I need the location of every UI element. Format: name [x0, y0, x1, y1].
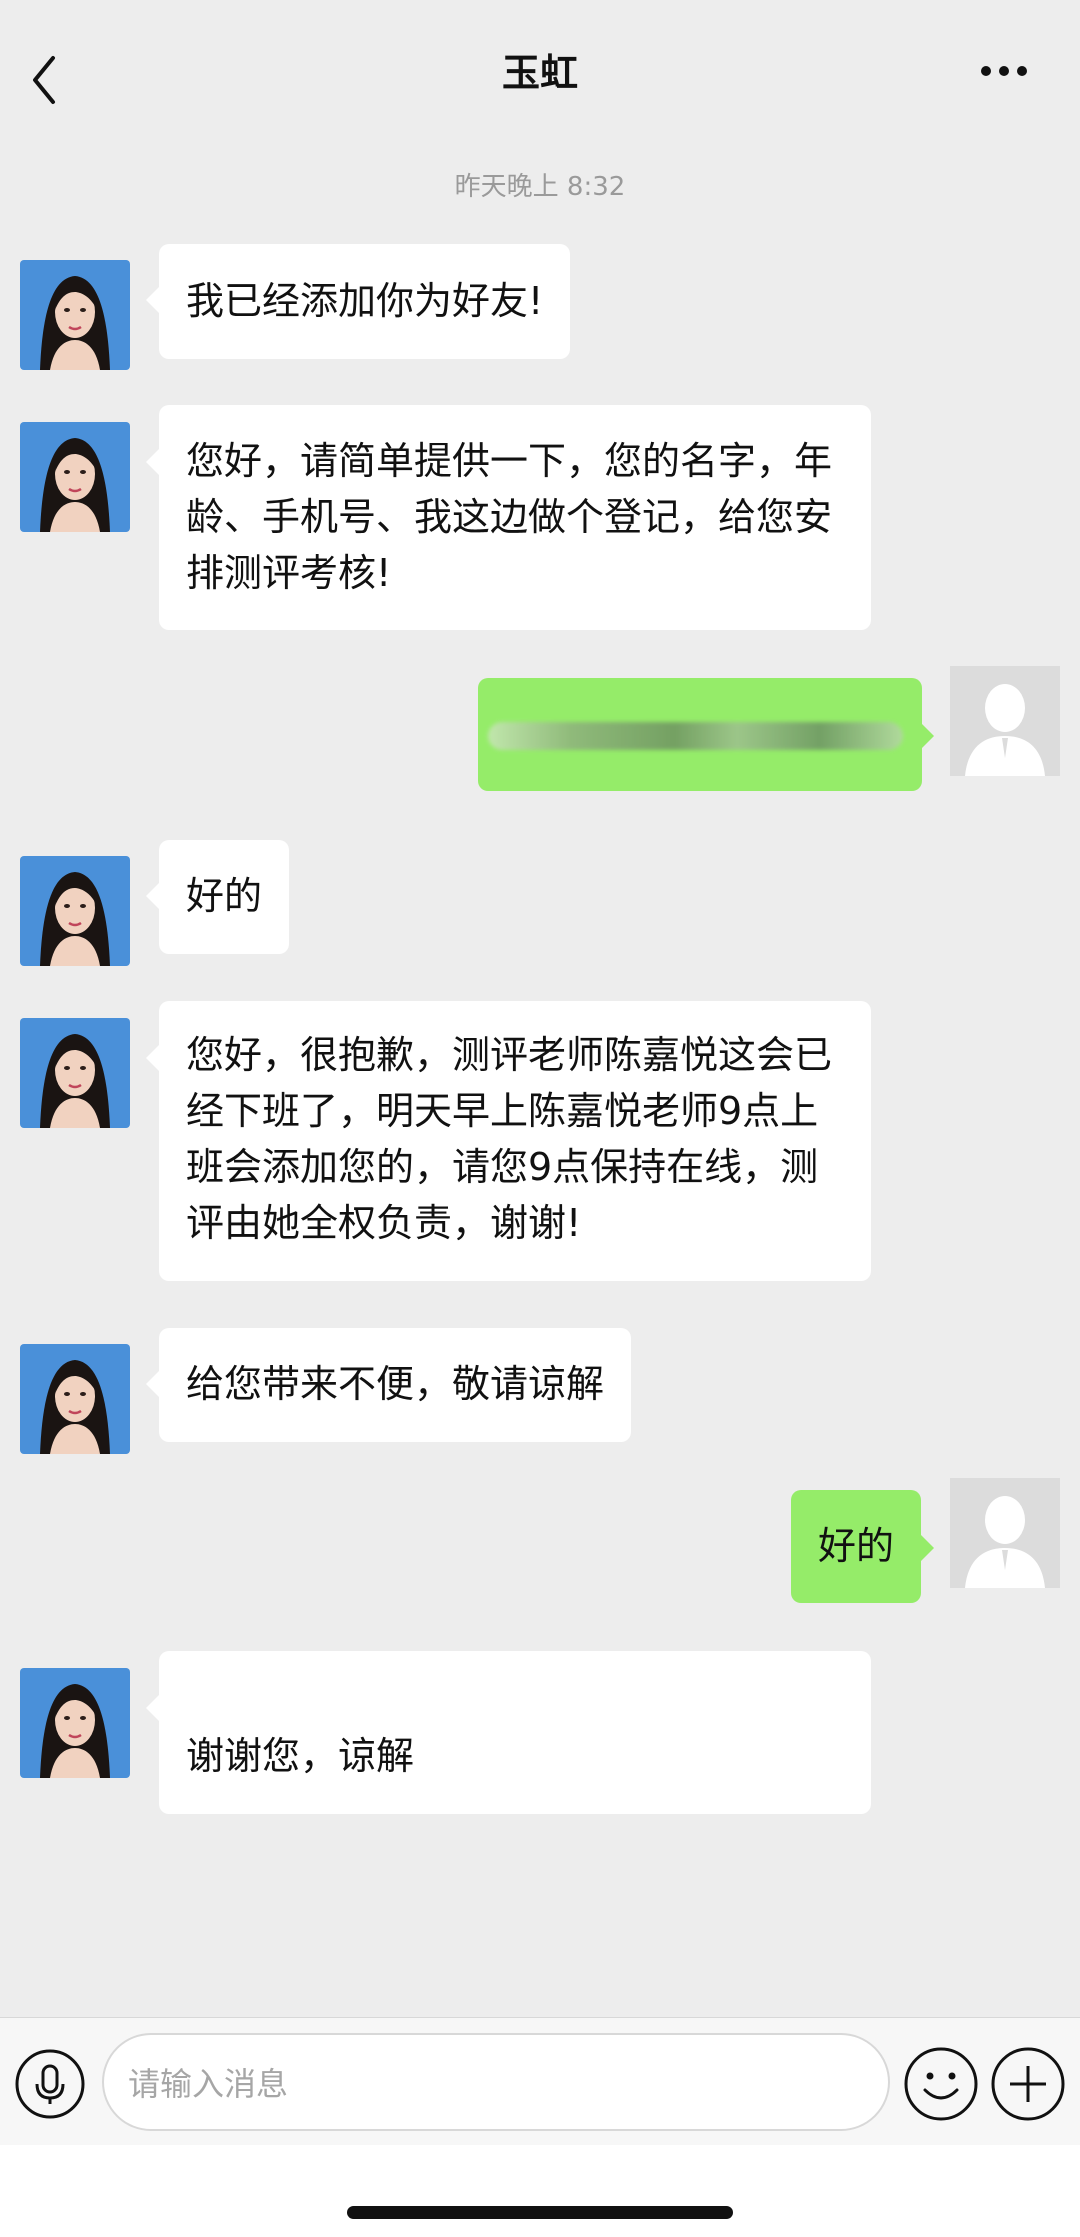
message-row: 您好，请简单提供一下，您的名字，年 龄、手机号、我这边做个登记，给您安 排测评考… [0, 405, 1080, 635]
message-bubble[interactable]: 谢谢您，谅解 [159, 1651, 871, 1814]
message-bubble[interactable]: 您好，请简单提供一下，您的名字，年 龄、手机号、我这边做个登记，给您安 排测评考… [159, 405, 871, 630]
emoji-smile-icon [904, 2047, 978, 2121]
my-message-bubble-redacted[interactable] [478, 678, 922, 791]
contact-avatar[interactable] [20, 1018, 130, 1128]
contact-avatar[interactable] [20, 856, 130, 966]
message-bubble[interactable]: 我已经添加你为好友! [159, 244, 571, 359]
message-timestamp: 昨天晚上 8:32 [454, 172, 626, 202]
message-row [0, 666, 1080, 796]
input-placeholder: 请输入消息 [128, 2065, 289, 2103]
message-input[interactable]: 请输入消息 [102, 2033, 890, 2131]
emoji-button[interactable] [903, 2046, 979, 2122]
default-user-icon [950, 1478, 1060, 1588]
chat-header: 玉虹 [0, 0, 1080, 150]
contact-avatar[interactable] [20, 422, 130, 532]
home-indicator[interactable] [347, 2206, 733, 2219]
plus-button[interactable] [990, 2046, 1066, 2122]
contact-avatar[interactable] [20, 1668, 130, 1778]
message-input-bar: 请输入消息 [0, 2017, 1080, 2146]
message-bubble[interactable]: 您好，很抱歉，测评老师陈嘉悦这会已 经下班了，明天早上陈嘉悦老师9点上 班会添加… [159, 1001, 871, 1281]
message-row: 我已经添加你为好友! [0, 243, 1080, 370]
message-bubble[interactable]: 给您带来不便，敬请谅解 [159, 1328, 632, 1442]
default-user-icon [950, 666, 1060, 776]
contact-avatar[interactable] [20, 260, 130, 370]
message-row: 好的 [0, 839, 1080, 966]
my-avatar[interactable] [950, 1478, 1060, 1588]
home-indicator-area [0, 2145, 1080, 2237]
contact-avatar[interactable] [20, 1344, 130, 1454]
voice-button[interactable] [14, 2048, 86, 2120]
message-row: 谢谢您，谅解 [0, 1651, 1080, 1821]
my-avatar[interactable] [950, 666, 1060, 776]
redacted-content [488, 722, 903, 750]
more-button[interactable] [960, 40, 1060, 110]
microphone-icon [15, 2049, 85, 2119]
message-row: 给您带来不便，敬请谅解 [0, 1327, 1080, 1454]
plus-circle-icon [991, 2047, 1065, 2121]
chat-title: 玉虹 [501, 51, 578, 95]
message-bubble[interactable]: 好的 [159, 840, 290, 954]
message-row: 好的 [0, 1478, 1080, 1608]
my-message-bubble[interactable]: 好的 [791, 1490, 922, 1603]
message-row: 您好，很抱歉，测评老师陈嘉悦这会已 经下班了，明天早上陈嘉悦老师9点上 班会添加… [0, 1001, 1080, 1286]
more-horizontal-icon [981, 66, 1027, 76]
